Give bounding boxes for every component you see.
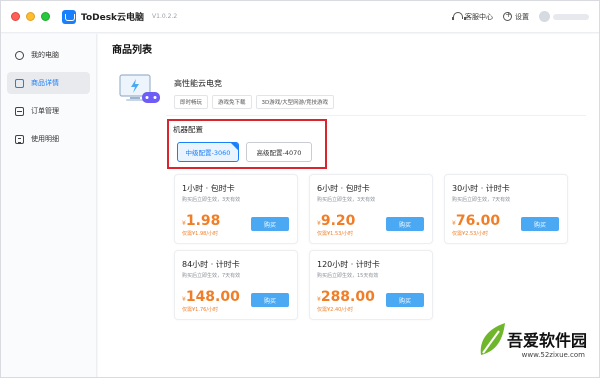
plan-unit-price: 仅需¥1.53/小时 (317, 231, 353, 237)
page-title: 商品列表 (112, 45, 152, 56)
plan-price: ¥148.00 (182, 286, 240, 305)
product-tag: 即时畅玩 (174, 95, 209, 109)
buy-button[interactable]: 购买 (251, 293, 289, 307)
plan-title: 1小时 · 包时卡 (182, 184, 235, 193)
plan-title: 84小时 · 计时卡 (182, 260, 240, 269)
plan-card: 30小时 · 计时卡 购买后立即生效，7天有效 ¥76.00 仅需¥2.53/小… (444, 174, 568, 244)
plan-price: ¥9.20 (317, 210, 355, 229)
sidebar-item-label: 我的电脑 (31, 51, 59, 59)
config-option-mid-3060[interactable]: 中级配置-3060 (177, 142, 239, 162)
plan-price: ¥1.98 (182, 210, 220, 229)
plan-card: 1小时 · 包时卡 购买后立即生效，3天有效 ¥1.98 仅需¥1.98/小时 … (174, 174, 298, 244)
cloud-gaming-product-image (119, 74, 160, 103)
plan-title: 120小时 · 计时卡 (317, 260, 380, 269)
plan-card: 120小时 · 计时卡 购买后立即生效，15天有效 ¥288.00 仅需¥2.4… (309, 250, 433, 320)
main-content: 商品列表 高性能云电竞 即时畅玩 游戏免下载 3D游戏/大型网游/竞技游戏 机器… (98, 34, 599, 377)
support-button[interactable]: 客服中心 (452, 12, 493, 22)
config-option-high-4070[interactable]: 高级配置-4070 (246, 142, 312, 162)
avatar (539, 11, 550, 22)
price-value: 9.20 (320, 213, 356, 229)
settings-icon (503, 10, 512, 21)
sidebar: 我的电脑 商品详情 订单管理 使用明细 (1, 34, 97, 377)
plan-unit-price: 仅需¥1.98/小时 (182, 231, 218, 237)
plan-unit-price: 仅需¥2.53/小时 (452, 231, 488, 237)
buy-button[interactable]: 购买 (386, 293, 424, 307)
plan-validity: 购买后立即生效，3天有效 (317, 197, 376, 203)
buy-button[interactable]: 购买 (521, 217, 559, 231)
plan-validity: 购买后立即生效，15天有效 (317, 273, 379, 279)
plan-price: ¥76.00 (452, 210, 500, 229)
buy-button[interactable]: 购买 (251, 217, 289, 231)
price-value: 148.00 (185, 289, 240, 305)
sidebar-item-label: 订单管理 (31, 107, 59, 115)
site-watermark: 吾爱软件园 www.52zixue.com (473, 307, 593, 373)
watermark-text: 吾爱软件园 (506, 331, 587, 350)
settings-label: 设置 (515, 12, 529, 21)
plan-price: ¥288.00 (317, 286, 375, 305)
product-tag: 游戏免下载 (212, 95, 252, 109)
plan-card: 84小时 · 计时卡 购买后立即生效，7天有效 ¥148.00 仅需¥1.76/… (174, 250, 298, 320)
sidebar-item-usage[interactable]: 使用明细 (7, 128, 90, 150)
app-window: ToDesk云电脑 V1.0.2.2 客服中心 设置 我的电脑 商品详情 (0, 0, 600, 378)
sidebar-item-label: 使用明细 (31, 135, 59, 143)
sidebar-item-my-computer[interactable]: 我的电脑 (7, 44, 90, 66)
price-value: 76.00 (455, 213, 501, 229)
app-title: ToDesk云电脑 (81, 13, 145, 23)
price-value: 288.00 (320, 289, 375, 305)
plan-unit-price: 仅需¥2.40/小时 (317, 307, 353, 313)
user-menu[interactable] (539, 11, 589, 22)
divider (166, 115, 586, 116)
plan-card: 6小时 · 包时卡 购买后立即生效，3天有效 ¥9.20 仅需¥1.53/小时 … (309, 174, 433, 244)
config-label: 机器配置 (173, 125, 203, 134)
todesk-logo-icon (62, 9, 76, 24)
machine-config-section: 机器配置 中级配置-3060 高级配置-4070 (167, 119, 327, 169)
sidebar-item-product-details[interactable]: 商品详情 (7, 72, 90, 94)
usage-details-icon (15, 134, 24, 144)
app-version: V1.0.2.2 (152, 13, 178, 20)
computer-icon (15, 50, 24, 60)
support-label: 客服中心 (465, 12, 493, 21)
plan-unit-price: 仅需¥1.76/小时 (182, 307, 218, 313)
headset-icon (452, 12, 466, 21)
plan-validity: 购买后立即生效，7天有效 (182, 273, 241, 279)
product-icon (15, 78, 24, 88)
product-tag: 3D游戏/大型网游/竞技游戏 (255, 95, 334, 109)
username-blurred (553, 13, 589, 20)
plan-validity: 购买后立即生效，7天有效 (452, 197, 511, 203)
sidebar-item-orders[interactable]: 订单管理 (7, 100, 90, 122)
plan-title: 30小时 · 计时卡 (452, 184, 510, 193)
sidebar-item-label: 商品详情 (31, 79, 59, 87)
product-name: 高性能云电竞 (174, 79, 222, 88)
minimize-window-button[interactable] (26, 12, 35, 21)
maximize-window-button[interactable] (41, 12, 50, 21)
price-value: 1.98 (185, 213, 221, 229)
plan-title: 6小时 · 包时卡 (317, 184, 370, 193)
title-bar: ToDesk云电脑 V1.0.2.2 客服中心 设置 (1, 1, 599, 33)
close-window-button[interactable] (11, 12, 20, 21)
buy-button[interactable]: 购买 (386, 217, 424, 231)
watermark-url: www.52zixue.com (521, 351, 585, 359)
product-tags: 即时畅玩 游戏免下载 3D游戏/大型网游/竞技游戏 (174, 95, 334, 109)
window-controls (11, 12, 50, 21)
order-icon (15, 106, 24, 116)
plan-validity: 购买后立即生效，3天有效 (182, 197, 241, 203)
settings-button[interactable]: 设置 (503, 10, 529, 22)
watermark-leaf-icon (480, 323, 505, 355)
